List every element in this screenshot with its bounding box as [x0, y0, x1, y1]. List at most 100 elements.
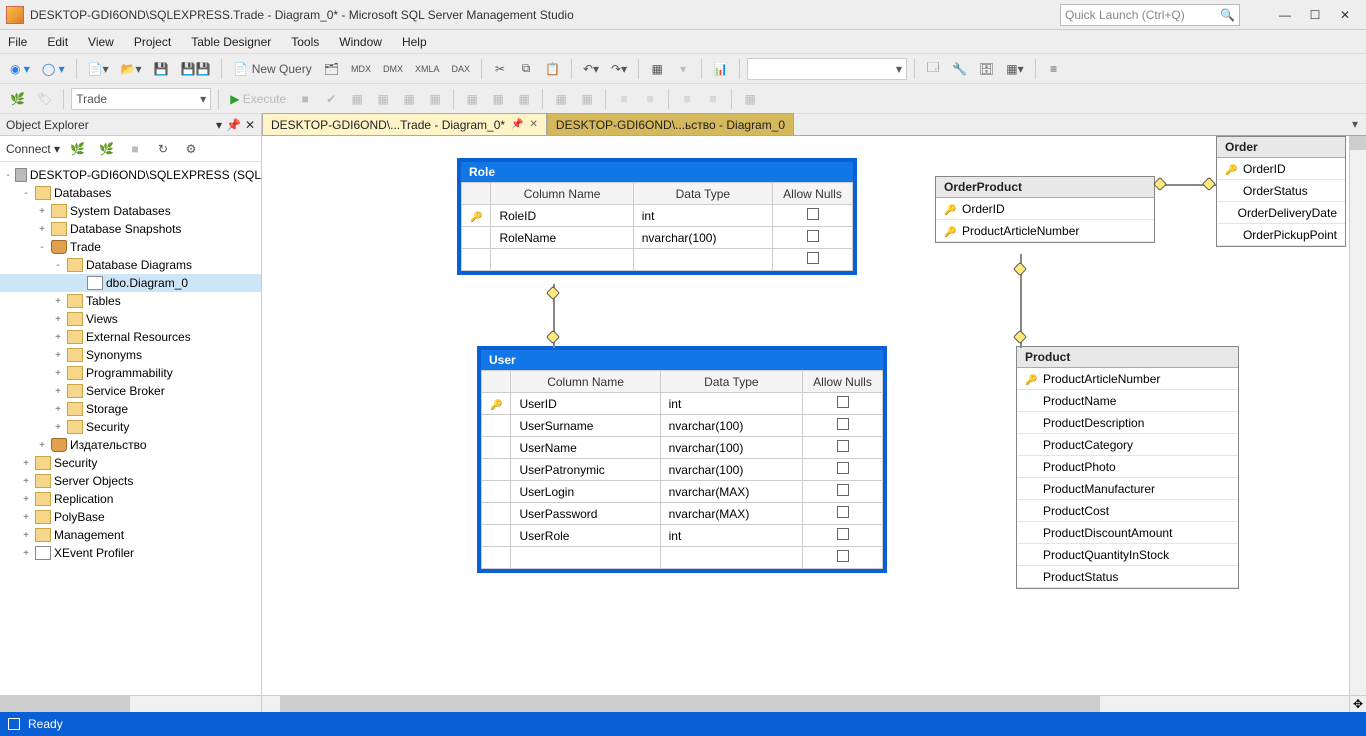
results-to-file-button[interactable]: ▦ — [513, 88, 535, 110]
execute-button[interactable]: ▶ Execute — [226, 88, 290, 110]
menu-view[interactable]: View — [88, 35, 114, 49]
tools-3-button[interactable]: ▦▾ — [1002, 58, 1027, 80]
maximize-button[interactable]: ☐ — [1300, 5, 1330, 25]
menu-table-designer[interactable]: Table Designer — [191, 35, 271, 49]
dax-button[interactable]: DAX — [447, 58, 474, 80]
oe-stop-button[interactable]: ■ — [124, 138, 146, 160]
tree-node[interactable]: +Storage — [0, 400, 261, 418]
cut-button[interactable]: ✂ — [489, 58, 511, 80]
tree-node[interactable]: +PolyBase — [0, 508, 261, 526]
tree-node[interactable]: dbo.Diagram_0 — [0, 274, 261, 292]
parse-button[interactable]: ✔ — [320, 88, 342, 110]
menu-edit[interactable]: Edit — [47, 35, 68, 49]
xevent-button[interactable]: 🗂 — [320, 58, 343, 80]
save-all-button[interactable]: 💾💾 — [177, 58, 215, 80]
table-user[interactable]: User Column NameData TypeAllow Nulls🔑Use… — [477, 346, 887, 573]
undo-button[interactable]: ↶▾ — [579, 58, 603, 80]
redo-button[interactable]: ↷▾ — [607, 58, 631, 80]
registered-servers-button[interactable]: 🗔 — [922, 58, 944, 80]
include-plan-button[interactable]: ▦ — [372, 88, 394, 110]
menu-file[interactable]: File — [8, 35, 27, 49]
include-statistics-button[interactable]: ▦ — [424, 88, 446, 110]
diagram-canvas[interactable]: Role Column NameData TypeAllow Nulls🔑Rol… — [262, 136, 1366, 695]
tools-1-button[interactable]: 🔧 — [948, 58, 971, 80]
outdent-button[interactable]: ≡ — [639, 88, 661, 110]
tree-node[interactable]: +Service Broker — [0, 382, 261, 400]
query-options-button[interactable]: ▦ — [398, 88, 420, 110]
results-to-text-button[interactable]: ▦ — [461, 88, 483, 110]
mdx-button[interactable]: MDX — [347, 58, 375, 80]
tree-node[interactable]: +Security — [0, 454, 261, 472]
tree-node[interactable]: +Издательство — [0, 436, 261, 454]
menu-tools[interactable]: Tools — [291, 35, 319, 49]
pin-icon[interactable]: 📌 — [226, 118, 241, 132]
scroll-corner-icon[interactable]: ✥ — [1349, 695, 1366, 712]
results-to-grid-button[interactable]: ▦ — [487, 88, 509, 110]
oe-filter-button[interactable]: 🌿 — [66, 138, 89, 160]
paste-button[interactable]: 📋 — [541, 58, 564, 80]
menu-window[interactable]: Window — [339, 35, 382, 49]
table-order[interactable]: Order 🔑OrderIDOrderStatusOrderDeliveryDa… — [1216, 136, 1346, 247]
activity-monitor-button[interactable]: 📊 — [709, 58, 732, 80]
tb-filter-button[interactable]: 🌿 — [6, 88, 29, 110]
estimated-plan-button[interactable]: ▦ — [346, 88, 368, 110]
new-query-button[interactable]: 📄 New Query — [229, 58, 315, 80]
table-orderproduct[interactable]: OrderProduct 🔑OrderID🔑ProductArticleNumb… — [935, 176, 1155, 243]
indent-button[interactable]: ≡ — [613, 88, 635, 110]
pin-icon[interactable]: 📌 — [511, 119, 523, 130]
tree-node[interactable]: +Replication — [0, 490, 261, 508]
uncomment-button[interactable]: ▦ — [576, 88, 598, 110]
save-button[interactable]: 💾 — [150, 58, 173, 80]
canvas-hscroll[interactable] — [262, 695, 1349, 712]
stop-button[interactable]: ■ — [294, 88, 316, 110]
tree-node[interactable]: +Programmability — [0, 364, 261, 382]
menu-help[interactable]: Help — [402, 35, 427, 49]
tree-node[interactable]: +Views — [0, 310, 261, 328]
copy-button[interactable]: ⧉ — [515, 58, 537, 80]
tree-node[interactable]: +System Databases — [0, 202, 261, 220]
template-browser-button[interactable]: ▾ — [672, 58, 694, 80]
tree-node[interactable]: +Synonyms — [0, 346, 261, 364]
tb-debug-button[interactable]: 🏷 — [33, 88, 56, 110]
connect-button[interactable]: Connect ▾ — [6, 142, 60, 156]
tab-trade-diagram[interactable]: DESKTOP-GDI6OND\...Trade - Diagram_0* 📌 … — [262, 113, 547, 135]
find-combo[interactable]: ▾ — [747, 58, 907, 80]
tab-publisher-diagram[interactable]: DESKTOP-GDI6OND\...ьство - Diagram_0 — [547, 113, 794, 135]
back-button[interactable]: ◉ ▾ — [6, 58, 34, 80]
canvas-vscroll[interactable] — [1349, 136, 1366, 695]
oe-filter-settings-button[interactable]: ⚙ — [180, 138, 202, 160]
tree-node[interactable]: -Databases — [0, 184, 261, 202]
tree-node[interactable]: +Security — [0, 418, 261, 436]
tree-node[interactable]: +Database Snapshots — [0, 220, 261, 238]
tree-node[interactable]: +External Resources — [0, 328, 261, 346]
toolbar-overflow-button[interactable]: ≡ — [1043, 58, 1065, 80]
menu-project[interactable]: Project — [134, 35, 171, 49]
quick-launch-input[interactable]: Quick Launch (Ctrl+Q) 🔍 — [1060, 4, 1240, 26]
tree-node[interactable]: -DESKTOP-GDI6OND\SQLEXPRESS (SQL — [0, 166, 261, 184]
table-role[interactable]: Role Column NameData TypeAllow Nulls🔑Rol… — [457, 158, 857, 275]
object-explorer-hscroll[interactable] — [0, 695, 261, 712]
tree-node[interactable]: +Server Objects — [0, 472, 261, 490]
xmla-button[interactable]: XMLA — [411, 58, 444, 80]
specify-values-button[interactable]: ≡ — [676, 88, 698, 110]
tree-node[interactable]: -Trade — [0, 238, 261, 256]
sqlcmd-mode-button[interactable]: ▦ — [739, 88, 761, 110]
tools-2-button[interactable]: 🗄 — [975, 58, 998, 80]
new-button[interactable]: 📄▾ — [84, 58, 113, 80]
minimize-button[interactable]: ― — [1270, 5, 1300, 25]
table-product[interactable]: Product 🔑ProductArticleNumberProductName… — [1016, 346, 1239, 589]
open-project-button[interactable]: 📂▾ — [117, 58, 146, 80]
close-icon[interactable]: ✕ — [530, 119, 538, 130]
comment-button[interactable]: ▦ — [550, 88, 572, 110]
oe-refresh-button[interactable]: ↻ — [152, 138, 174, 160]
database-combo[interactable]: Trade▾ — [71, 88, 211, 110]
tree-node[interactable]: +Tables — [0, 292, 261, 310]
tab-overflow-button[interactable]: ▾ — [1344, 113, 1366, 135]
dmx-button[interactable]: DMX — [379, 58, 407, 80]
tree-node[interactable]: +XEvent Profiler — [0, 544, 261, 562]
object-explorer-tree[interactable]: -DESKTOP-GDI6OND\SQLEXPRESS (SQL-Databas… — [0, 162, 261, 695]
template-params-button[interactable]: ≡ — [702, 88, 724, 110]
dropdown-icon[interactable]: ▾ — [216, 118, 222, 132]
forward-button[interactable]: ◯ ▾ — [38, 58, 69, 80]
tree-node[interactable]: -Database Diagrams — [0, 256, 261, 274]
